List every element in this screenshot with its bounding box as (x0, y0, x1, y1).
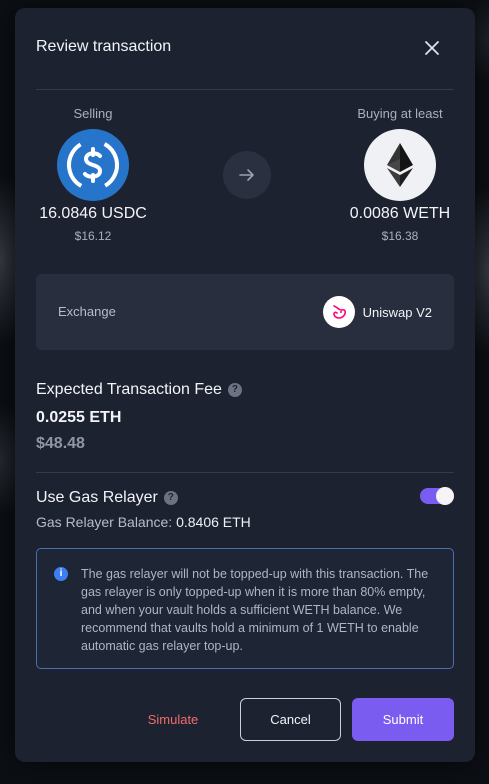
submit-button[interactable]: Submit (352, 698, 454, 741)
usdc-icon (57, 129, 129, 201)
buying-usd: $16.38 (381, 229, 419, 243)
gas-relayer-toggle[interactable] (420, 487, 454, 505)
simulate-button[interactable]: Simulate (133, 698, 213, 741)
info-icon: i (54, 567, 68, 581)
toggle-knob (436, 487, 454, 505)
ethereum-icon (364, 129, 436, 201)
relayer-balance-value: 0.8406 ETH (176, 514, 251, 530)
close-icon[interactable] (421, 37, 443, 59)
selling-usd: $16.12 (74, 229, 112, 243)
exchange-value: Uniswap V2 (322, 296, 432, 328)
review-transaction-modal: Review transaction Selling 16.0846 USDC … (15, 8, 475, 762)
exchange-box: Exchange Uniswap V2 (36, 274, 454, 350)
relayer-title: Use Gas Relayer ? (36, 489, 178, 507)
selling-amount: 16.0846 USDC (39, 205, 147, 222)
buying-label: Buying at least (357, 106, 443, 121)
fee-title-text: Expected Transaction Fee (36, 381, 222, 398)
selling-panel: Selling 16.0846 USDC $16.12 (28, 106, 158, 243)
uniswap-icon (322, 296, 355, 328)
fee-eth: 0.0255 ETH (36, 409, 122, 426)
buying-panel: Buying at least 0.0086 WETH $16.38 (335, 106, 465, 243)
arrow-right-icon (223, 151, 271, 199)
fee-usd: $48.48 (36, 435, 85, 452)
cancel-button[interactable]: Cancel (240, 698, 341, 741)
help-icon[interactable]: ? (163, 491, 178, 505)
help-icon[interactable]: ? (227, 383, 242, 397)
buying-amount: 0.0086 WETH (349, 205, 451, 222)
relayer-title-text: Use Gas Relayer (36, 489, 158, 506)
relayer-balance-label: Gas Relayer Balance: (36, 514, 173, 530)
exchange-name: Uniswap V2 (362, 304, 432, 320)
divider (36, 89, 454, 90)
info-text: The gas relayer will not be topped-up wi… (81, 567, 429, 653)
selling-label: Selling (73, 106, 113, 121)
divider (36, 472, 454, 473)
exchange-label: Exchange (58, 304, 116, 319)
modal-title: Review transaction (36, 38, 172, 55)
relayer-balance: Gas Relayer Balance: 0.8406 ETH (36, 514, 251, 530)
info-box: i The gas relayer will not be topped-up … (36, 548, 454, 669)
fee-title: Expected Transaction Fee ? (36, 381, 242, 399)
